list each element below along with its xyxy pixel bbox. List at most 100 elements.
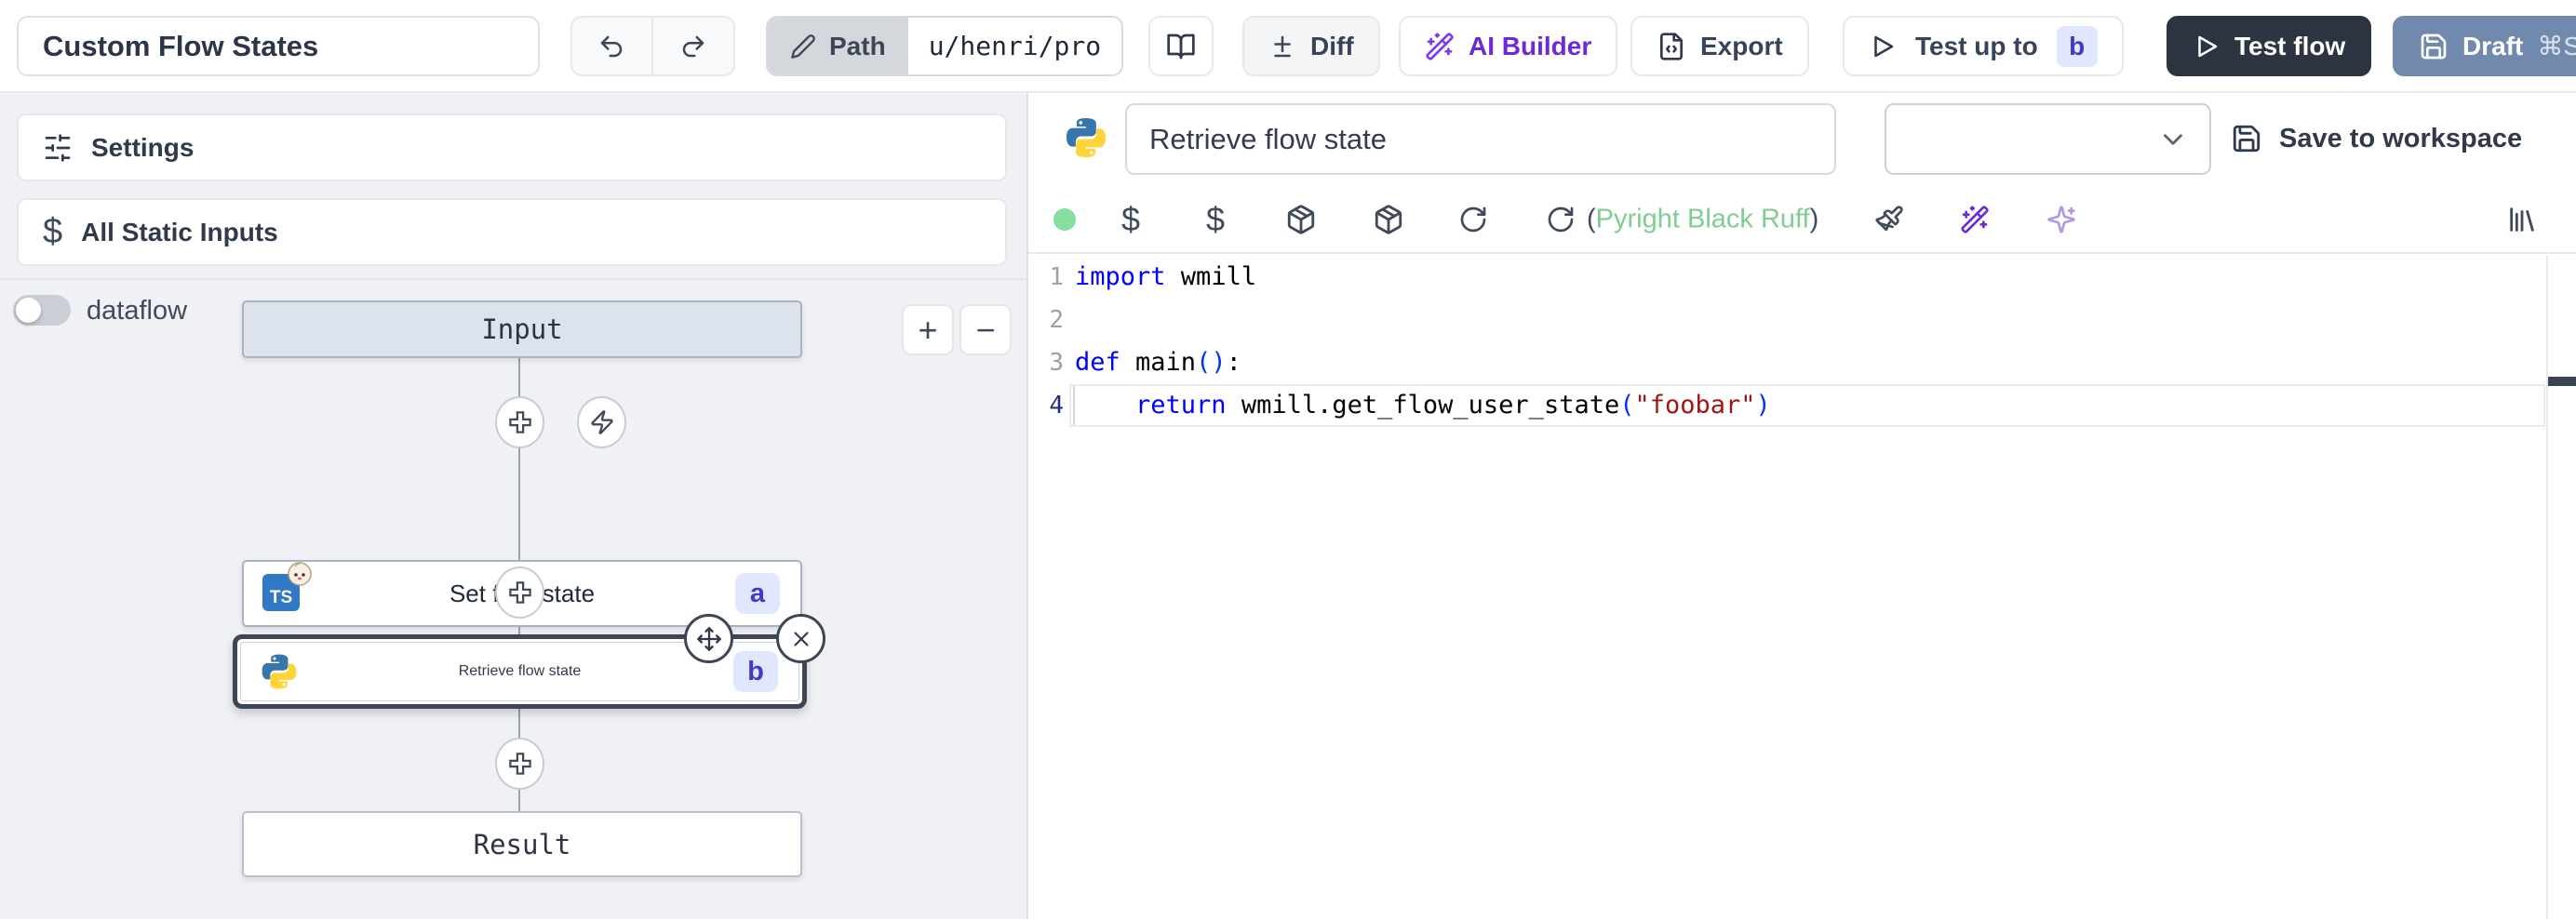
line-number: 3 (1028, 341, 1064, 384)
undo-button[interactable] (572, 18, 653, 74)
paintbrush-icon (1874, 205, 1904, 234)
pencil-icon (790, 33, 816, 60)
export-label: Export (1700, 32, 1783, 61)
editor-toolbar: $ $ (Pyright Black Ruff) (1028, 186, 2576, 254)
test-up-to-button[interactable]: Test up to b (1843, 16, 2124, 76)
graph-node-result[interactable]: Result (242, 811, 802, 877)
assistants-paren-open: ( (1587, 204, 1596, 234)
line-number: 2 (1028, 299, 1064, 341)
add-step-button[interactable] (495, 396, 544, 448)
add-step-button[interactable] (495, 738, 544, 790)
code-line[interactable]: 3def main(): (1028, 341, 2545, 384)
ai-builder-button[interactable]: AI Builder (1399, 16, 1617, 76)
assistants-names: Pyright Black Ruff (1596, 204, 1810, 234)
code-line[interactable]: 2 (1028, 299, 2545, 341)
lsp-status-dot (1053, 208, 1076, 231)
step-name-input[interactable] (1125, 103, 1836, 175)
line-number: 1 (1028, 256, 1064, 299)
toggle-knob (16, 298, 41, 323)
script-version-dropdown[interactable] (1885, 103, 2211, 175)
code-assistants-status[interactable]: (Pyright Black Ruff) (1587, 204, 1818, 234)
redo-button[interactable] (653, 18, 734, 74)
assistants-paren-close: ) (1810, 204, 1819, 234)
flow-title-input[interactable] (17, 16, 540, 76)
ai-builder-label: AI Builder (1469, 32, 1591, 61)
add-trigger-button[interactable] (577, 396, 626, 448)
code-lines: 1import wmill23def main():4 return wmill… (1028, 256, 2545, 427)
top-toolbar: Path u/henri/pro Diff AI Builder Export … (0, 0, 2576, 93)
redo-icon (679, 33, 707, 60)
zoom-in-button[interactable]: + (902, 304, 954, 355)
save-draft-button[interactable]: Draft ⌘S (2393, 16, 2576, 76)
move-node-button[interactable] (684, 614, 733, 663)
all-static-inputs-row[interactable]: $ All Static Inputs (17, 198, 1007, 266)
plus-minus-icon (1268, 33, 1296, 60)
reload-assistant-button[interactable] (1458, 205, 1488, 234)
chevron-down-icon (2157, 124, 2189, 155)
insert-variable-button[interactable]: $ (1121, 200, 1140, 239)
graph-node-input[interactable]: Input (242, 300, 802, 358)
input-node-label: Input (481, 313, 562, 345)
path-button[interactable]: Path u/henri/pro (766, 16, 1123, 76)
typescript-bun-icon: TS (262, 574, 302, 613)
code-line[interactable]: 4 return wmill.get_flow_user_state("foob… (1028, 384, 2545, 427)
sliders-icon (43, 133, 73, 163)
save-to-workspace-button[interactable]: Save to workspace (2231, 112, 2522, 166)
book-open-icon (1166, 32, 1196, 61)
python-icon (1064, 115, 1108, 165)
undo-redo-group (570, 16, 735, 76)
draft-label: Draft (2462, 32, 2523, 61)
static-inputs-label: All Static Inputs (81, 218, 278, 247)
settings-label: Settings (91, 133, 194, 163)
flow-graph-panel: Settings $ All Static Inputs dataflow In… (0, 93, 1028, 919)
package-icon (1373, 204, 1404, 235)
dataflow-toggle[interactable] (13, 295, 71, 326)
result-node-label: Result (474, 829, 571, 860)
diff-label: Diff (1310, 32, 1354, 61)
save-icon (2231, 123, 2262, 154)
rotate-cw-icon (1458, 205, 1488, 234)
delete-node-button[interactable] (776, 614, 825, 663)
test-flow-button[interactable]: Test flow (2167, 16, 2371, 76)
settings-row[interactable]: Settings (17, 113, 1007, 181)
plus-icon (506, 750, 534, 778)
format-code-button[interactable] (1874, 205, 1904, 234)
diff-button[interactable]: Diff (1242, 16, 1380, 76)
play-icon (1869, 33, 1897, 60)
insert-resource-button[interactable]: $ (1206, 200, 1225, 239)
library-icon (2506, 204, 2538, 235)
undo-icon (597, 33, 625, 60)
test-up-to-label: Test up to (1915, 32, 2038, 61)
export-button[interactable]: Export (1630, 16, 1809, 76)
play-icon (2193, 33, 2220, 60)
library-panel-button[interactable] (2506, 204, 2538, 235)
line-number: 4 (1028, 384, 1064, 427)
ai-edit-button[interactable] (1960, 205, 1990, 234)
rotate-cw-icon (1546, 205, 1576, 234)
dataflow-label: dataflow (87, 296, 187, 326)
path-value[interactable]: u/henri/pro (908, 18, 1121, 74)
zoom-out-button[interactable]: − (959, 304, 1012, 355)
sparkles-icon (2046, 205, 2076, 234)
docs-button[interactable] (1148, 16, 1214, 76)
add-step-button[interactable] (495, 566, 544, 619)
wand-sparkles-icon (1960, 205, 1990, 234)
package-button[interactable] (1285, 204, 1317, 235)
package-lock-button[interactable] (1373, 204, 1404, 235)
step-editor-panel: Save to workspace $ $ (Pyright Black Ruf… (1028, 93, 2576, 919)
save-to-workspace-label: Save to workspace (2279, 124, 2522, 154)
retrieve-flow-state-label: Retrieve flow state (459, 663, 582, 680)
cursor-position-marker (2548, 377, 2576, 386)
editor-overview-ruler[interactable] (2546, 256, 2576, 919)
save-icon (2419, 32, 2449, 61)
code-editor[interactable]: 1import wmill23def main():4 return wmill… (1028, 256, 2576, 919)
plus-icon (506, 408, 534, 436)
test-flow-label: Test flow (2234, 32, 2345, 61)
test-up-to-step-badge: b (2057, 26, 2098, 67)
ai-suggestions-button[interactable] (2046, 205, 2076, 234)
reset-content-button[interactable] (1546, 205, 1576, 234)
step-a-badge: a (735, 573, 780, 614)
path-edit-segment[interactable]: Path (768, 18, 908, 74)
code-line[interactable]: 1import wmill (1028, 256, 2545, 299)
step-b-badge: b (733, 651, 778, 692)
